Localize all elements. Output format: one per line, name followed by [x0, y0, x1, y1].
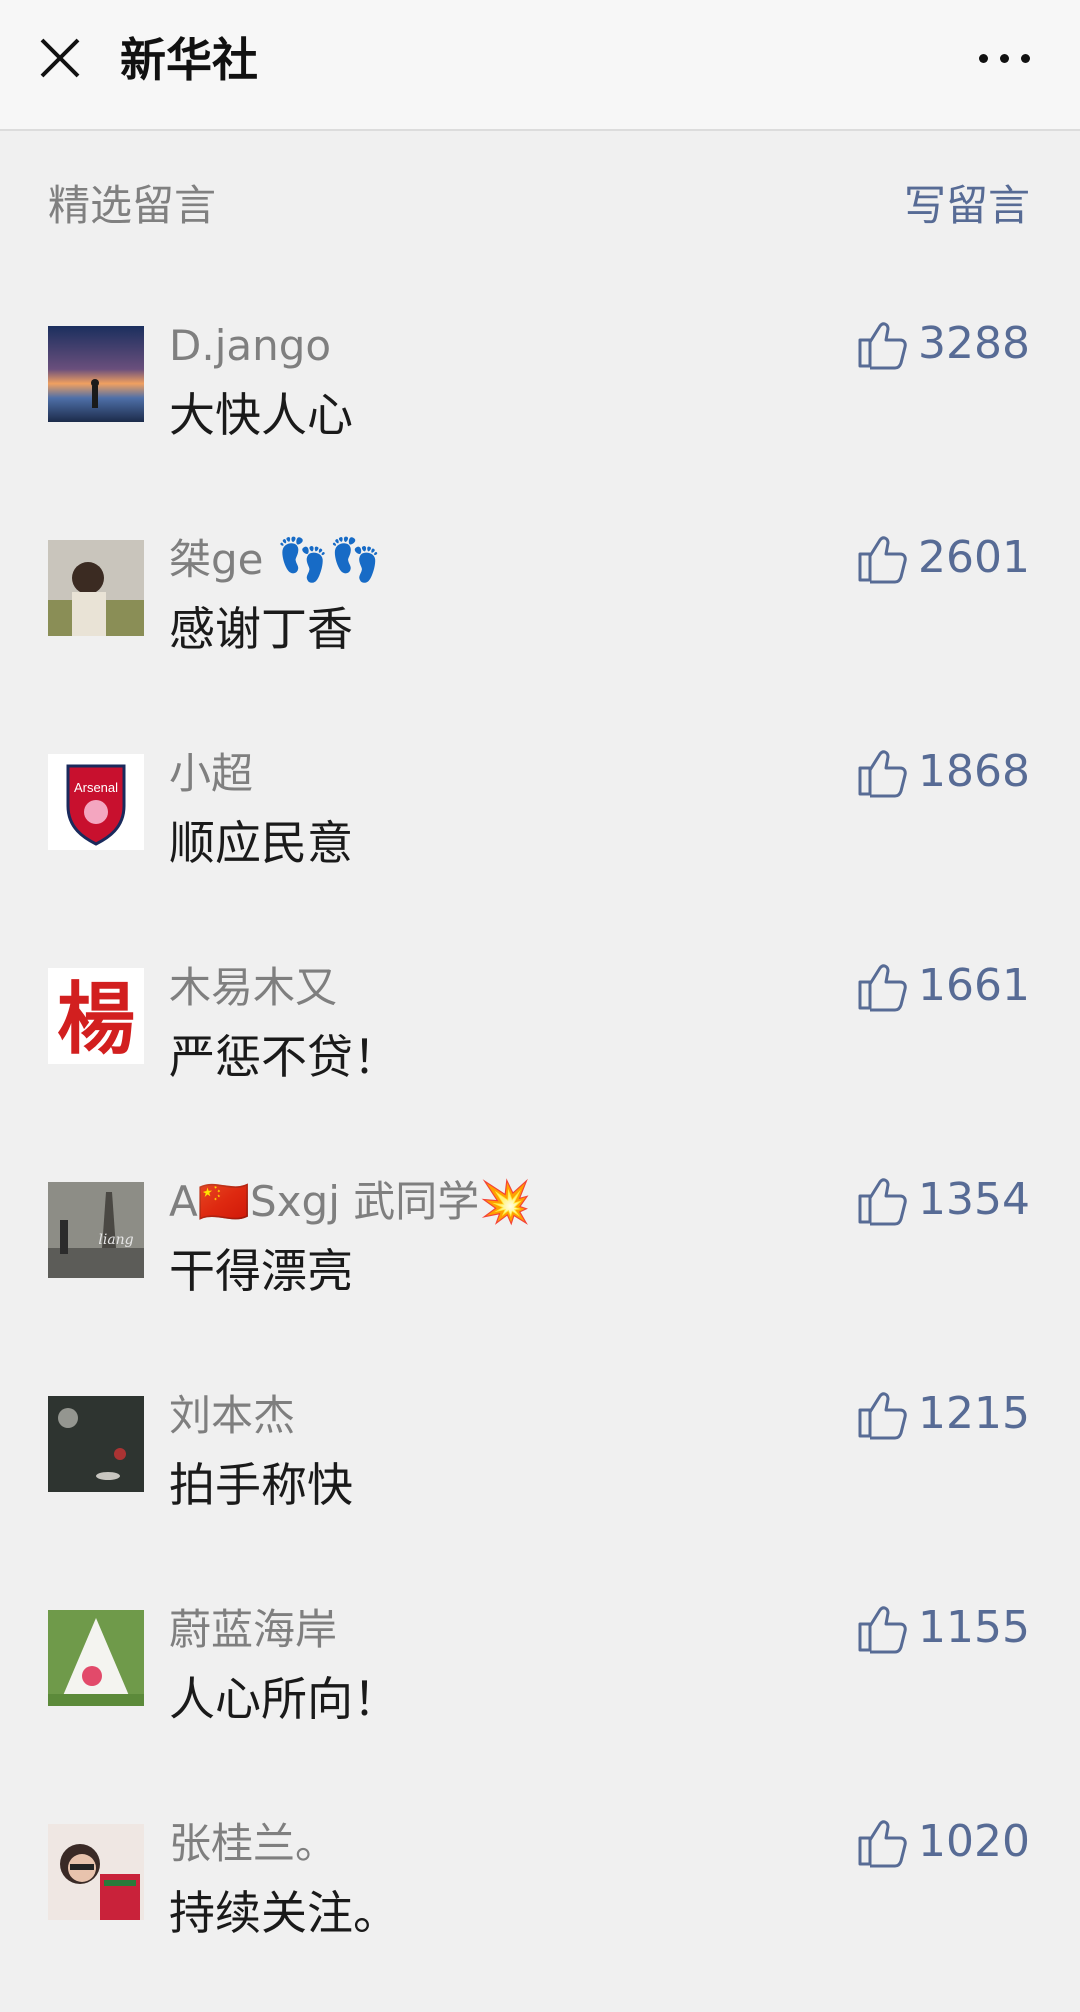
- like-count: 1215: [918, 1388, 1030, 1439]
- comment-text: 大快人心: [169, 388, 353, 442]
- comment-nickname: 张桂兰。: [169, 1819, 338, 1868]
- comment-text: 严惩不贷！: [169, 1030, 399, 1084]
- comment-list: D.jango 大快人心 3288 桀ge 👣👣 感谢丁香 2601 Arsen…: [0, 300, 1080, 2012]
- avatar[interactable]: [48, 1610, 144, 1706]
- like-button[interactable]: 1020: [856, 1814, 1030, 1870]
- avatar[interactable]: [48, 326, 144, 422]
- comment-nickname: 桀ge 👣👣: [169, 535, 382, 584]
- like-count: 1661: [918, 960, 1030, 1011]
- like-count: 2601: [918, 532, 1030, 583]
- thumbs-up-icon: [858, 536, 907, 584]
- comment-text: 干得漂亮: [169, 1244, 353, 1298]
- like-button[interactable]: 1354: [856, 1172, 1030, 1228]
- avatar[interactable]: [48, 1824, 144, 1920]
- comment-item: liang A🇨🇳Sxgj 武同学💥 干得漂亮 1354: [0, 1156, 1080, 1370]
- like-count: 3288: [918, 318, 1030, 369]
- avatar[interactable]: [48, 540, 144, 636]
- comment-text: 拍手称快: [169, 1458, 353, 1512]
- like-button[interactable]: 2601: [856, 530, 1030, 586]
- comment-item: D.jango 大快人心 3288: [0, 300, 1080, 514]
- page-title: 新华社: [120, 33, 258, 87]
- thumbs-up-icon: [858, 1820, 907, 1868]
- comment-nickname: D.jango: [169, 321, 332, 370]
- like-button[interactable]: 3288: [856, 316, 1030, 372]
- more-button[interactable]: [956, 26, 1052, 90]
- comment-text: 持续关注。: [169, 1886, 399, 1940]
- top-bar: 新华社: [0, 0, 1080, 131]
- comment-item: 桀ge 👣👣 感谢丁香 2601: [0, 514, 1080, 728]
- thumbs-up-icon: [858, 322, 907, 370]
- avatar[interactable]: Arsenal: [48, 754, 144, 850]
- comment-item: 楊 木易木又 严惩不贷！ 1661: [0, 942, 1080, 1156]
- comment-item: 张桂兰。 持续关注。 1020: [0, 1798, 1080, 2012]
- like-button[interactable]: 1868: [856, 744, 1030, 800]
- close-button[interactable]: [28, 26, 92, 90]
- featured-comments-header: 精选留言 写留言: [48, 176, 1030, 236]
- comment-text: 感谢丁香: [169, 602, 353, 656]
- yang-seal-text: 楊: [57, 975, 135, 1064]
- thumbs-up-icon: [858, 1178, 907, 1226]
- comment-text: 顺应民意: [169, 816, 353, 870]
- comment-nickname: 蔚蓝海岸: [169, 1605, 338, 1654]
- comment-text: 人心所向！: [169, 1672, 399, 1726]
- comment-item: Arsenal 小超 顺应民意 1868: [0, 728, 1080, 942]
- like-count: 1868: [918, 746, 1030, 797]
- avatar[interactable]: liang: [48, 1182, 144, 1278]
- more-icon: [978, 53, 988, 63]
- avatar[interactable]: 楊: [48, 968, 144, 1064]
- like-button[interactable]: 1661: [856, 958, 1030, 1014]
- comment-nickname: 小超: [169, 749, 254, 798]
- thumbs-up-icon: [858, 964, 907, 1012]
- comment-nickname: 刘本杰: [169, 1391, 296, 1440]
- close-icon: [40, 38, 80, 78]
- comment-nickname: 木易木又: [169, 963, 338, 1012]
- write-comment-link[interactable]: 写留言: [904, 176, 1030, 236]
- comment-nickname: A🇨🇳Sxgj 武同学💥: [169, 1177, 532, 1226]
- like-count: 1155: [918, 1602, 1030, 1653]
- avatar[interactable]: [48, 1396, 144, 1492]
- like-button[interactable]: 1155: [856, 1600, 1030, 1656]
- pagoda-photo-text: liang: [98, 1232, 133, 1248]
- like-count: 1354: [918, 1174, 1030, 1225]
- thumbs-up-icon: [858, 1606, 907, 1654]
- comment-item: 刘本杰 拍手称快 1215: [0, 1370, 1080, 1584]
- like-count: 1020: [918, 1816, 1030, 1867]
- like-button[interactable]: 1215: [856, 1386, 1030, 1442]
- comment-item: 蔚蓝海岸 人心所向！ 1155: [0, 1584, 1080, 1798]
- thumbs-up-icon: [858, 1392, 907, 1440]
- thumbs-up-icon: [858, 750, 907, 798]
- arsenal-badge-text: Arsenal: [74, 780, 118, 795]
- section-title: 精选留言: [48, 181, 217, 230]
